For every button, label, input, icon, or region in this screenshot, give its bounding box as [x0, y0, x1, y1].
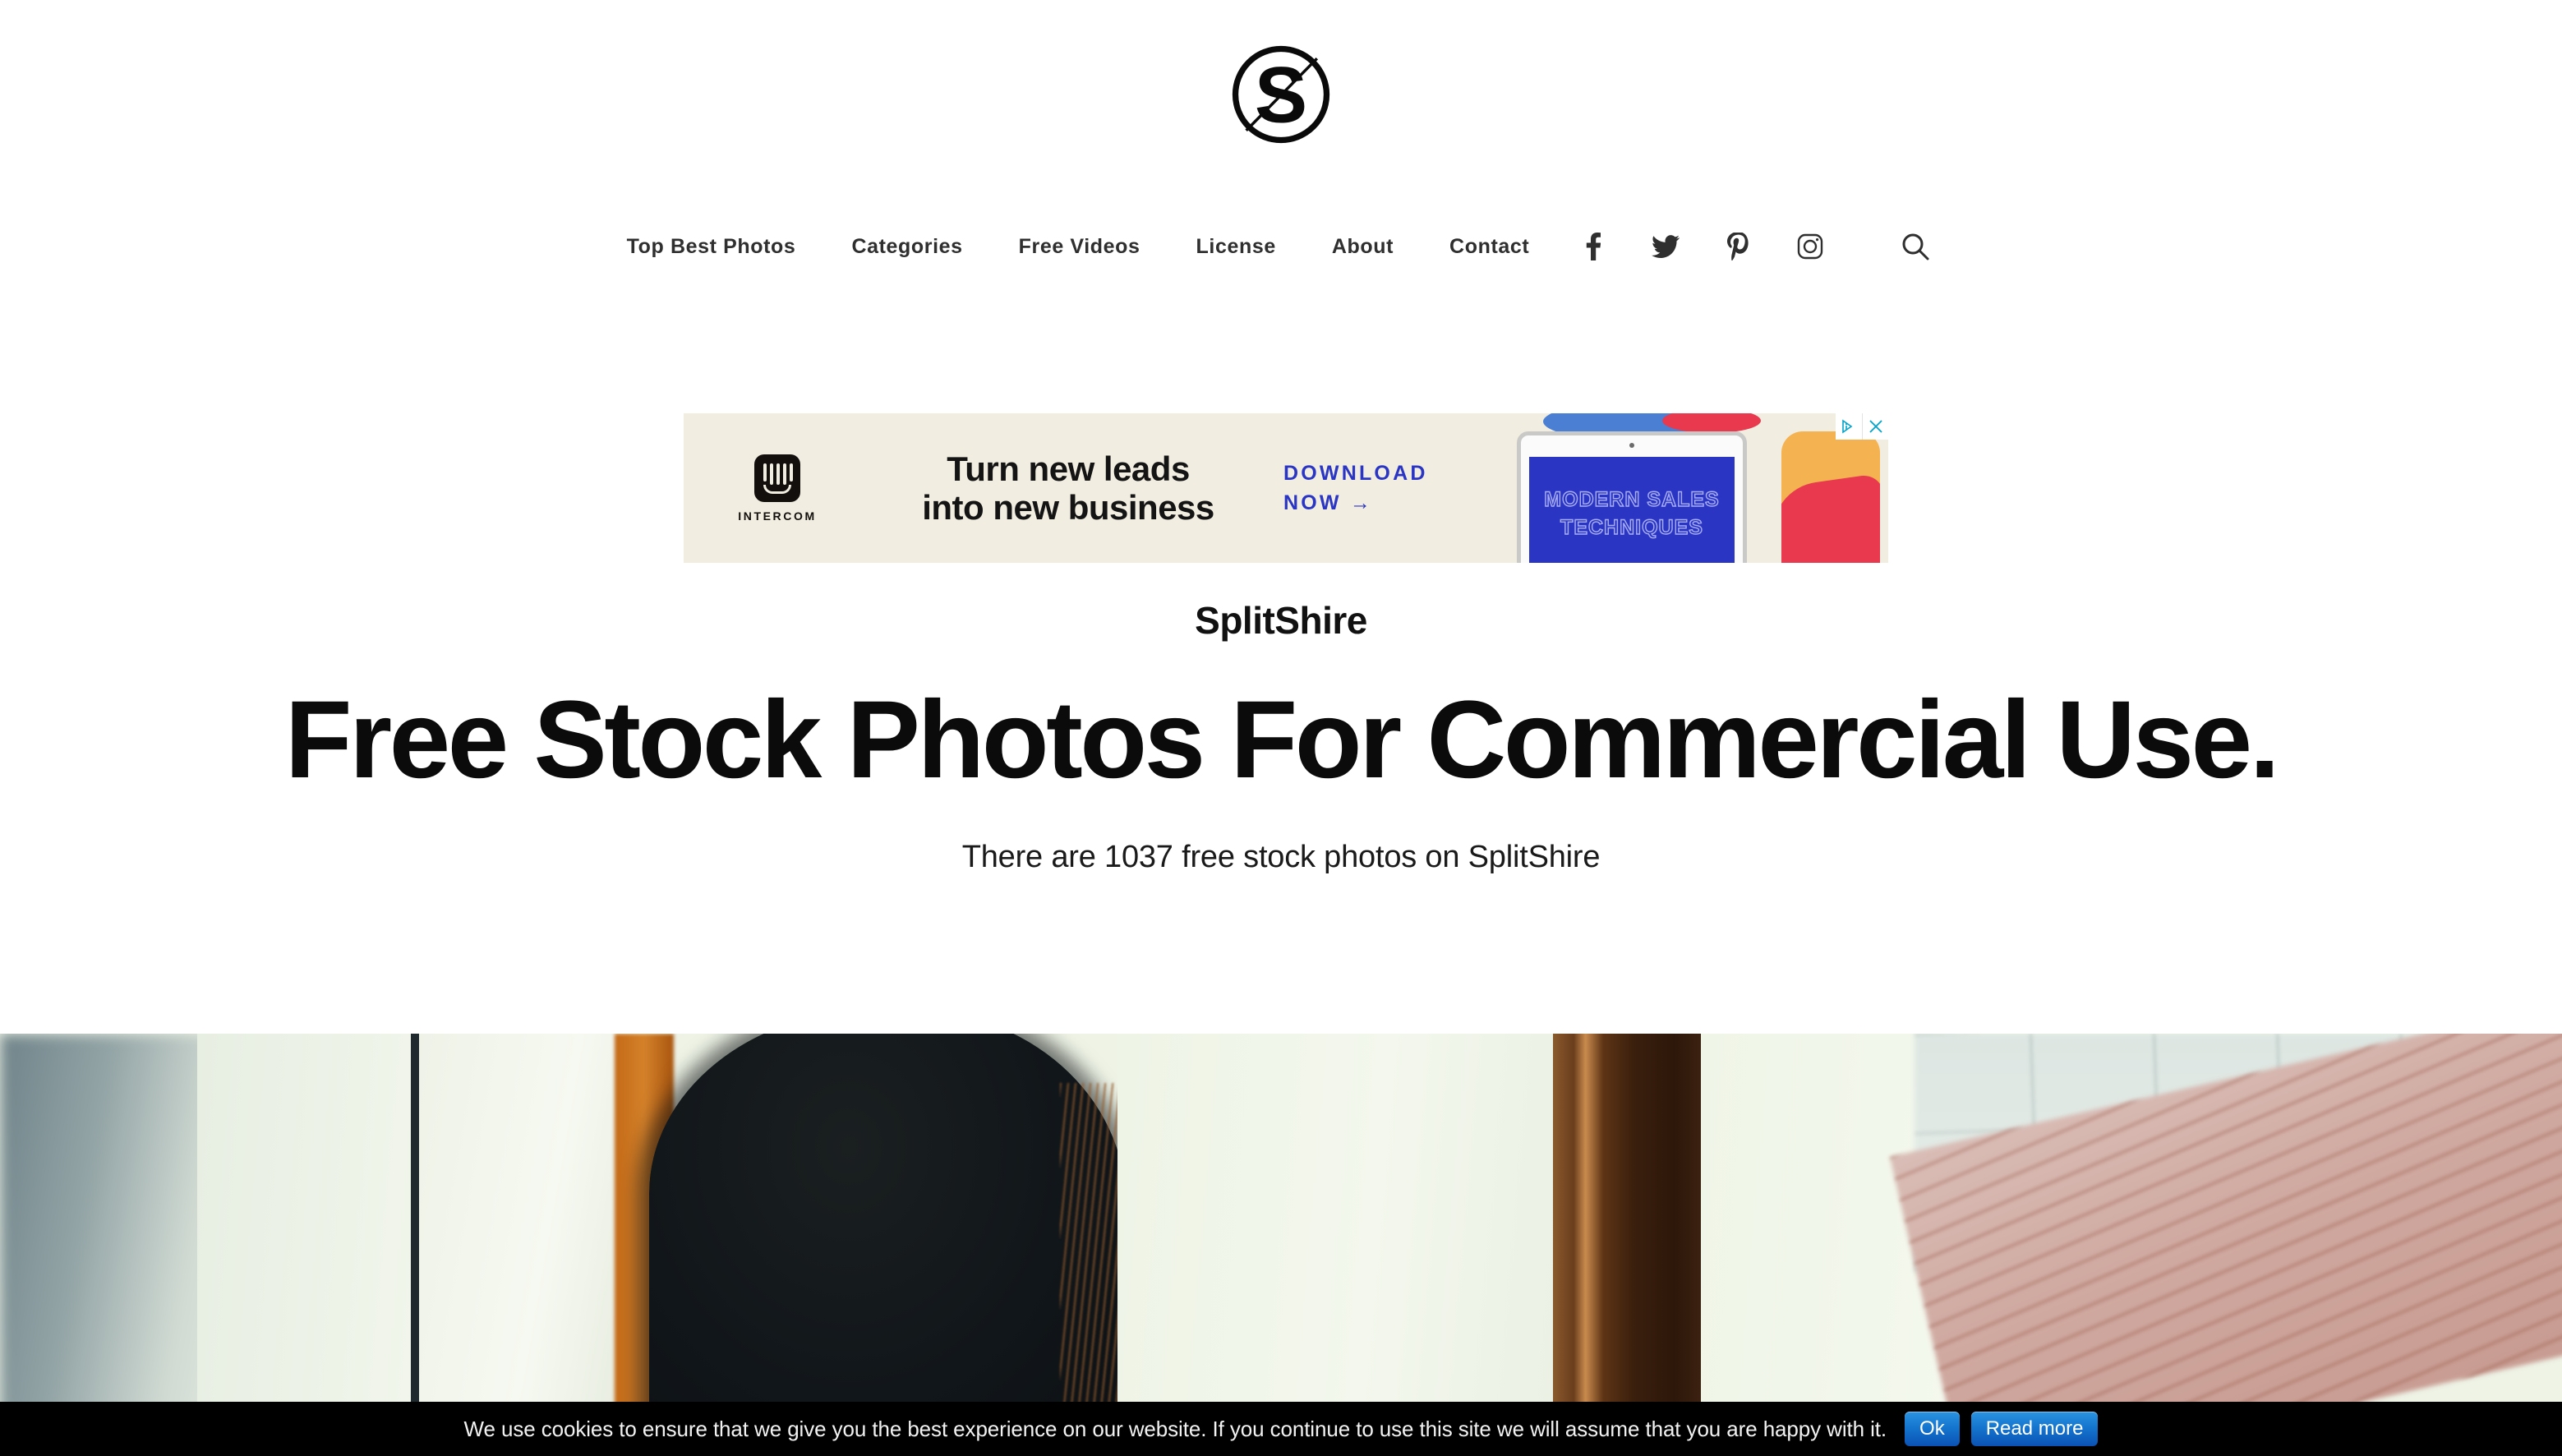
- nav-item-categories[interactable]: Categories: [851, 236, 962, 257]
- ad-cta-line-1: DOWNLOAD: [1283, 461, 1428, 485]
- advertisement-banner[interactable]: INTERCOM Turn new leads into new busines…: [684, 413, 1888, 563]
- pinterest-icon[interactable]: [1720, 228, 1756, 265]
- cookie-message: We use cookies to ensure that we give yo…: [463, 1416, 1887, 1441]
- intercom-logo-icon: [754, 454, 800, 502]
- photo-count-subtitle: There are 1037 free stock photos on Spli…: [961, 840, 1601, 874]
- tablet-camera-dot: [1629, 443, 1634, 448]
- ad-headline-line-2: into new business: [922, 488, 1214, 527]
- ad-person-illustration: [1781, 431, 1880, 563]
- page-title: Free Stock Photos For Commercial Use.: [284, 679, 2280, 801]
- ad-headline-line-1: Turn new leads: [947, 449, 1190, 488]
- cookie-ok-button[interactable]: Ok: [1905, 1412, 1960, 1446]
- tablet-screen: MODERN SALES TECHNIQUES: [1529, 457, 1735, 563]
- ad-artwork: MODERN SALES TECHNIQUES: [1477, 413, 1888, 563]
- cookie-consent-bar: We use cookies to ensure that we give yo…: [0, 1402, 2562, 1456]
- nav-item-contact[interactable]: Contact: [1449, 236, 1529, 257]
- ad-headline: Turn new leads into new business: [871, 449, 1265, 527]
- adchoices-icon[interactable]: [1836, 413, 1862, 440]
- main-navigation: Top Best Photos Categories Free Videos L…: [0, 227, 2562, 266]
- nav-item-license[interactable]: License: [1196, 236, 1276, 257]
- ad-cta-line-2: NOW →: [1283, 491, 1374, 514]
- tablet-text-line-1: MODERN SALES: [1544, 487, 1720, 511]
- facebook-icon[interactable]: [1575, 228, 1611, 265]
- instagram-icon[interactable]: [1792, 228, 1828, 265]
- svg-text:S: S: [1255, 52, 1307, 140]
- site-logo-link[interactable]: S: [1221, 35, 1341, 154]
- ad-badges: [1836, 413, 1888, 440]
- nav-item-about[interactable]: About: [1332, 236, 1394, 257]
- hero-photo[interactable]: [0, 1034, 2562, 1456]
- twitter-icon[interactable]: [1647, 228, 1684, 265]
- nav-item-top-best-photos[interactable]: Top Best Photos: [627, 236, 796, 257]
- cookie-read-more-button[interactable]: Read more: [1970, 1412, 2099, 1446]
- search-button[interactable]: [1896, 227, 1935, 266]
- ad-brand-label: INTERCOM: [738, 509, 817, 523]
- close-icon[interactable]: [1862, 413, 1888, 440]
- tablet-text-line-2: TECHNIQUES: [1560, 515, 1703, 539]
- site-logo-wrap: S: [0, 35, 2562, 154]
- ad-brand-block: INTERCOM: [684, 454, 871, 523]
- nav-item-free-videos[interactable]: Free Videos: [1019, 236, 1140, 257]
- nav-inner: Top Best Photos Categories Free Videos L…: [627, 227, 1936, 266]
- ad-tablet-mockup: MODERN SALES TECHNIQUES: [1517, 431, 1747, 563]
- page-eyebrow: SplitShire: [1195, 599, 1367, 642]
- hero-photo-layers: [0, 1034, 2562, 1456]
- ad-cta[interactable]: DOWNLOAD NOW →: [1265, 458, 1487, 518]
- splitshire-s-logo-icon: S: [1232, 45, 1330, 144]
- page-root: S Top Best Photos Categories Free Videos…: [0, 0, 2562, 1456]
- ad-content: INTERCOM Turn new leads into new busines…: [684, 413, 1888, 563]
